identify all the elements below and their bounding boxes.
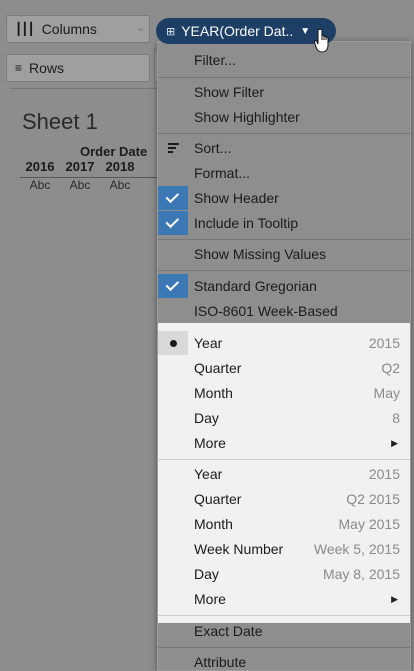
- menu-item-discrete-quarter[interactable]: Quarter Q2: [158, 356, 410, 380]
- sheet-title: Sheet 1: [22, 109, 98, 134]
- table-cell[interactable]: Abc: [100, 178, 140, 192]
- submenu-arrow-icon: ▶: [391, 437, 398, 448]
- columns-shelf-label[interactable]: ┃┃┃ Columns –: [6, 15, 150, 43]
- year-header[interactable]: 2018: [100, 159, 140, 174]
- menu-item-include-in-tooltip[interactable]: Include in Tooltip: [158, 211, 410, 235]
- dropdown-arrow-icon[interactable]: ▼: [300, 26, 310, 37]
- menu-item-exact-date[interactable]: Exact Date: [158, 619, 410, 643]
- checkmark-icon: [165, 277, 180, 291]
- table-cell[interactable]: Abc: [20, 178, 60, 192]
- submenu-arrow-icon: ▶: [391, 593, 398, 604]
- sort-icon: [167, 143, 179, 153]
- menu-item-filter[interactable]: Filter...: [158, 48, 410, 72]
- year-header[interactable]: 2016: [20, 159, 60, 174]
- cell-row: Abc Abc Abc: [20, 178, 140, 192]
- menu-item-continuous-year[interactable]: Year 2015: [158, 462, 410, 486]
- menu-item-continuous-week-number[interactable]: Week Number Week 5, 2015: [158, 537, 410, 561]
- menu-item-show-filter[interactable]: Show Filter: [158, 80, 410, 104]
- selected-bullet-icon: [169, 339, 177, 347]
- menu-item-continuous-quarter[interactable]: Quarter Q2 2015: [158, 487, 410, 511]
- field-context-menu: Filter... Show Filter Show Highlighter S…: [157, 41, 411, 671]
- year-header[interactable]: 2017: [60, 159, 100, 174]
- chevron-down-icon: –: [137, 24, 143, 34]
- menu-item-standard-gregorian[interactable]: Standard Gregorian: [158, 274, 410, 298]
- rows-icon: ≡: [15, 61, 22, 75]
- menu-item-show-header[interactable]: Show Header: [158, 186, 410, 210]
- checkmark-icon: [165, 214, 180, 228]
- columns-label: Columns: [41, 21, 97, 37]
- menu-item-show-missing-values[interactable]: Show Missing Values: [158, 242, 410, 266]
- menu-item-discrete-month[interactable]: Month May: [158, 381, 410, 405]
- year-order-date-pill[interactable]: ⊞ YEAR(Order Dat.. ▼: [156, 18, 336, 44]
- menu-item-discrete-more[interactable]: More ▶: [158, 431, 410, 455]
- menu-item-continuous-month[interactable]: Month May 2015: [158, 512, 410, 536]
- rows-shelf-label[interactable]: ≡ Rows: [6, 54, 150, 82]
- hand-cursor-icon: [314, 28, 329, 53]
- columns-icon: ┃┃┃: [15, 22, 35, 36]
- menu-item-discrete-day[interactable]: Day 8: [158, 406, 410, 430]
- year-headers: 2016 2017 2018: [20, 159, 140, 174]
- menu-item-continuous-more[interactable]: More ▶: [158, 587, 410, 611]
- table-cell[interactable]: Abc: [60, 178, 100, 192]
- rows-label: Rows: [29, 60, 65, 76]
- calendar-icon: ⊞: [166, 25, 176, 38]
- checkmark-icon: [165, 189, 180, 203]
- menu-item-continuous-day[interactable]: Day May 8, 2015: [158, 562, 410, 586]
- column-header: Order Date: [80, 144, 148, 159]
- menu-item-discrete-year[interactable]: Year 2015: [158, 331, 410, 355]
- sheet-canvas: Sheet 1 Order Date 2016 2017 2018 Abc Ab…: [10, 88, 160, 664]
- menu-item-sort[interactable]: Sort...: [158, 136, 410, 160]
- menu-item-attribute[interactable]: Attribute: [158, 650, 410, 670]
- menu-item-iso-week-based[interactable]: ISO-8601 Week-Based: [158, 299, 410, 323]
- menu-item-format[interactable]: Format...: [158, 161, 410, 185]
- menu-item-show-highlighter[interactable]: Show Highlighter: [158, 105, 410, 129]
